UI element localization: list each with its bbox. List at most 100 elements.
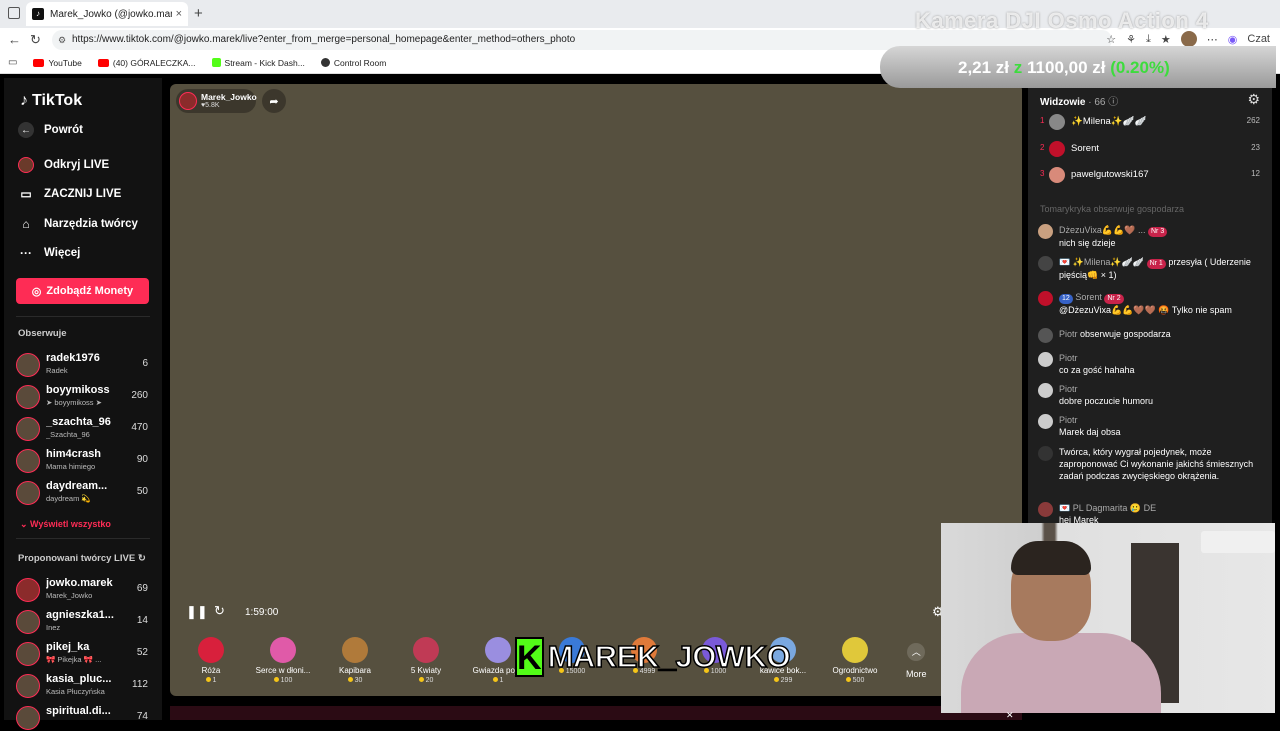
suggested-item[interactable]: agnieszka1... Inez 14 xyxy=(16,607,156,635)
chat-message[interactable]: Piotr Marek daj obsa xyxy=(1038,414,1264,440)
show-all-link[interactable]: ⌄ Wyświetl wszystko xyxy=(20,519,111,530)
system-message: Twórca, który wygrał pojedynek, może zap… xyxy=(1038,446,1264,496)
gift-flowers-icon xyxy=(413,637,439,663)
camera-icon: ▭ xyxy=(20,187,32,201)
new-tab-button[interactable]: + xyxy=(194,5,203,22)
browser-tab[interactable]: ♪ Marek_Jowko (@jowko.marek) pro × xyxy=(26,2,188,26)
share-icon[interactable]: ➦ xyxy=(262,89,286,113)
following-item[interactable]: radek1976 Radek 6 xyxy=(16,350,156,378)
avatar xyxy=(16,481,40,505)
price-overlay: 2,21 zł z 1100,00 zł (0.20%) xyxy=(958,58,1170,77)
suggested-item[interactable]: kasia_pluc... Kasia Płuczyńska 112 xyxy=(16,671,156,699)
coin-icon: ◎ xyxy=(31,285,42,298)
chat-message[interactable]: Piotr co za gość hahaha xyxy=(1038,352,1264,378)
tiktok-logo[interactable]: ♪ TikTok xyxy=(20,92,82,110)
avatar xyxy=(16,578,40,602)
person-body xyxy=(961,633,1161,713)
suggested-title: Proponowani twórcy LIVE ↻ xyxy=(18,553,146,564)
gift-heart-icon xyxy=(270,637,296,663)
bookmark-star-icon[interactable]: ☆ xyxy=(1106,33,1116,46)
bookmark-goraleczka[interactable]: (40) GÓRALECZKA... xyxy=(97,58,196,68)
live-video-player[interactable] xyxy=(170,84,1022,696)
sidebar: ♪ TikTok ← Powrót Odkryj LIVE ▭ ZACZNIJ LIV… xyxy=(4,78,162,730)
get-coins-button[interactable]: ◎ Zdobądź Monety xyxy=(16,278,149,304)
more-dots-icon: ··· xyxy=(20,246,32,260)
chat-message[interactable]: Piotr obserwuje gospodarza xyxy=(1038,328,1264,343)
nav-creator-tools[interactable]: ⌂ Narzędzia twórcy xyxy=(18,216,138,232)
host-avatar xyxy=(179,92,197,110)
nav-start-live[interactable]: ▭ ZACZNIJ LIVE xyxy=(18,186,121,202)
webcam-overlay xyxy=(941,523,1275,713)
pause-icon[interactable]: ❚❚ xyxy=(186,604,208,620)
avatar xyxy=(1038,383,1053,398)
favorites-icon[interactable]: ★ xyxy=(1161,33,1171,46)
home-icon: ⌂ xyxy=(22,217,30,231)
back-link[interactable]: ← Powrót xyxy=(18,122,83,138)
reload-icon[interactable]: ↻ xyxy=(30,32,41,48)
refresh-icon[interactable]: ↻ xyxy=(214,603,225,619)
bookmark-control-room[interactable]: Control Room xyxy=(320,58,386,68)
gift-star-icon xyxy=(485,637,511,663)
bookmark-kick[interactable]: Stream - Kick Dash... xyxy=(211,58,305,68)
live-chat-panel: Widzowie · 66 ⓘ ⚙ 1 ✨Milena✨🪽🪽 262 2 Sorent… xyxy=(1028,84,1272,525)
top-viewer[interactable]: 2 Sorent 23 xyxy=(1040,139,1262,159)
chat-message[interactable]: 12 Sorent Nr 2 @DżezuVixa💪💪🤎🤎 🤬 Tylko nie… xyxy=(1038,291,1264,317)
top-viewer[interactable]: 3 pawelgutowski167 12 xyxy=(1040,165,1262,185)
apps-icon[interactable]: ▭ xyxy=(8,57,17,68)
following-item[interactable]: daydream... daydream 💫 50 xyxy=(16,478,156,506)
avatar xyxy=(16,610,40,634)
more-menu-icon[interactable]: ⋯ xyxy=(1207,33,1218,46)
refresh-icon[interactable]: ↻ xyxy=(138,553,146,564)
close-icon[interactable]: ✕ xyxy=(1006,710,1014,721)
avatar xyxy=(1049,114,1065,130)
avatar xyxy=(16,674,40,698)
divider xyxy=(16,538,150,539)
avatar xyxy=(16,417,40,441)
extensions-icon[interactable]: ⚘ xyxy=(1126,33,1136,46)
more-gifts-button[interactable]: ︿ More xyxy=(906,643,927,679)
nav-discover-live[interactable]: Odkryj LIVE xyxy=(18,157,109,173)
bookmark-youtube[interactable]: YouTube xyxy=(33,58,82,68)
gift-item[interactable]: Ogrodnictwo 500 xyxy=(820,632,890,684)
avatar xyxy=(1038,414,1053,429)
host-info[interactable]: Marek_Jowko ♥5.8K xyxy=(176,89,257,113)
following-item[interactable]: him4crash Mama himiego 90 xyxy=(16,446,156,474)
top-viewer[interactable]: 1 ✨Milena✨🪽🪽 262 xyxy=(1040,112,1262,132)
settings-gear-icon[interactable]: ⚙ xyxy=(1247,91,1260,108)
chat-message[interactable]: Piotr dobre poczucie humoru xyxy=(1038,383,1264,409)
tiktok-note-icon xyxy=(1038,446,1053,461)
avatar xyxy=(16,353,40,377)
gift-item[interactable]: Serce w dłoni... 100 xyxy=(248,632,318,684)
info-icon[interactable]: ⓘ xyxy=(1108,97,1118,108)
url-text: https://www.tiktok.com/@jowko.marek/live… xyxy=(72,34,576,45)
gift-capybara-icon xyxy=(342,637,368,663)
avatar xyxy=(1038,291,1053,306)
chat-message[interactable]: DżezuVixa💪💪🤎 ... Nr 3 nich się dzieje xyxy=(1038,224,1264,250)
chat-message[interactable]: 💌 ✨Milena✨🪽🪽 Nr 1 przesyła ( Uderzenie p… xyxy=(1038,256,1264,282)
tiktok-note-icon: ♪ xyxy=(20,92,28,109)
following-item[interactable]: _szachta_96 _Szachta_96 470 xyxy=(16,414,156,442)
following-item[interactable]: boyymikoss ➤ boyymikoss ➤ 260 xyxy=(16,382,156,410)
nav-more[interactable]: ··· Więcej xyxy=(18,245,80,261)
avatar xyxy=(16,449,40,473)
divider xyxy=(16,316,150,317)
site-info-icon[interactable]: ⚙ xyxy=(58,30,66,50)
copilot-icon[interactable]: ◉ xyxy=(1228,33,1238,46)
gift-item[interactable]: Kapibara 30 xyxy=(320,632,390,684)
window-menu-icon[interactable] xyxy=(8,7,20,19)
bottom-strip xyxy=(170,706,1022,720)
avatar xyxy=(1038,224,1053,239)
gift-item[interactable]: 5 Kwiaty 20 xyxy=(391,632,461,684)
chat-faded-line: Tomarykryka obserwuje gospodarza xyxy=(1040,204,1185,214)
tab-close-icon[interactable]: × xyxy=(176,8,182,20)
gift-item[interactable]: Róża 1 xyxy=(176,632,246,684)
suggested-item[interactable]: spiritual.di... 74 xyxy=(16,703,156,731)
downloads-icon[interactable]: ⤓ xyxy=(1146,33,1151,46)
suggested-item[interactable]: jowko.marek Marek_Jowko 69 xyxy=(16,575,156,603)
back-arrow-icon[interactable]: ← xyxy=(8,32,21,47)
avatar xyxy=(1049,167,1065,183)
chat-label[interactable]: Czat xyxy=(1247,33,1270,45)
suggested-item[interactable]: pikej_ka 🎀 Pikejka 🎀 ... 52 xyxy=(16,639,156,667)
youtube-icon xyxy=(33,58,45,67)
viewer-count: ♥5.8K xyxy=(201,102,220,109)
